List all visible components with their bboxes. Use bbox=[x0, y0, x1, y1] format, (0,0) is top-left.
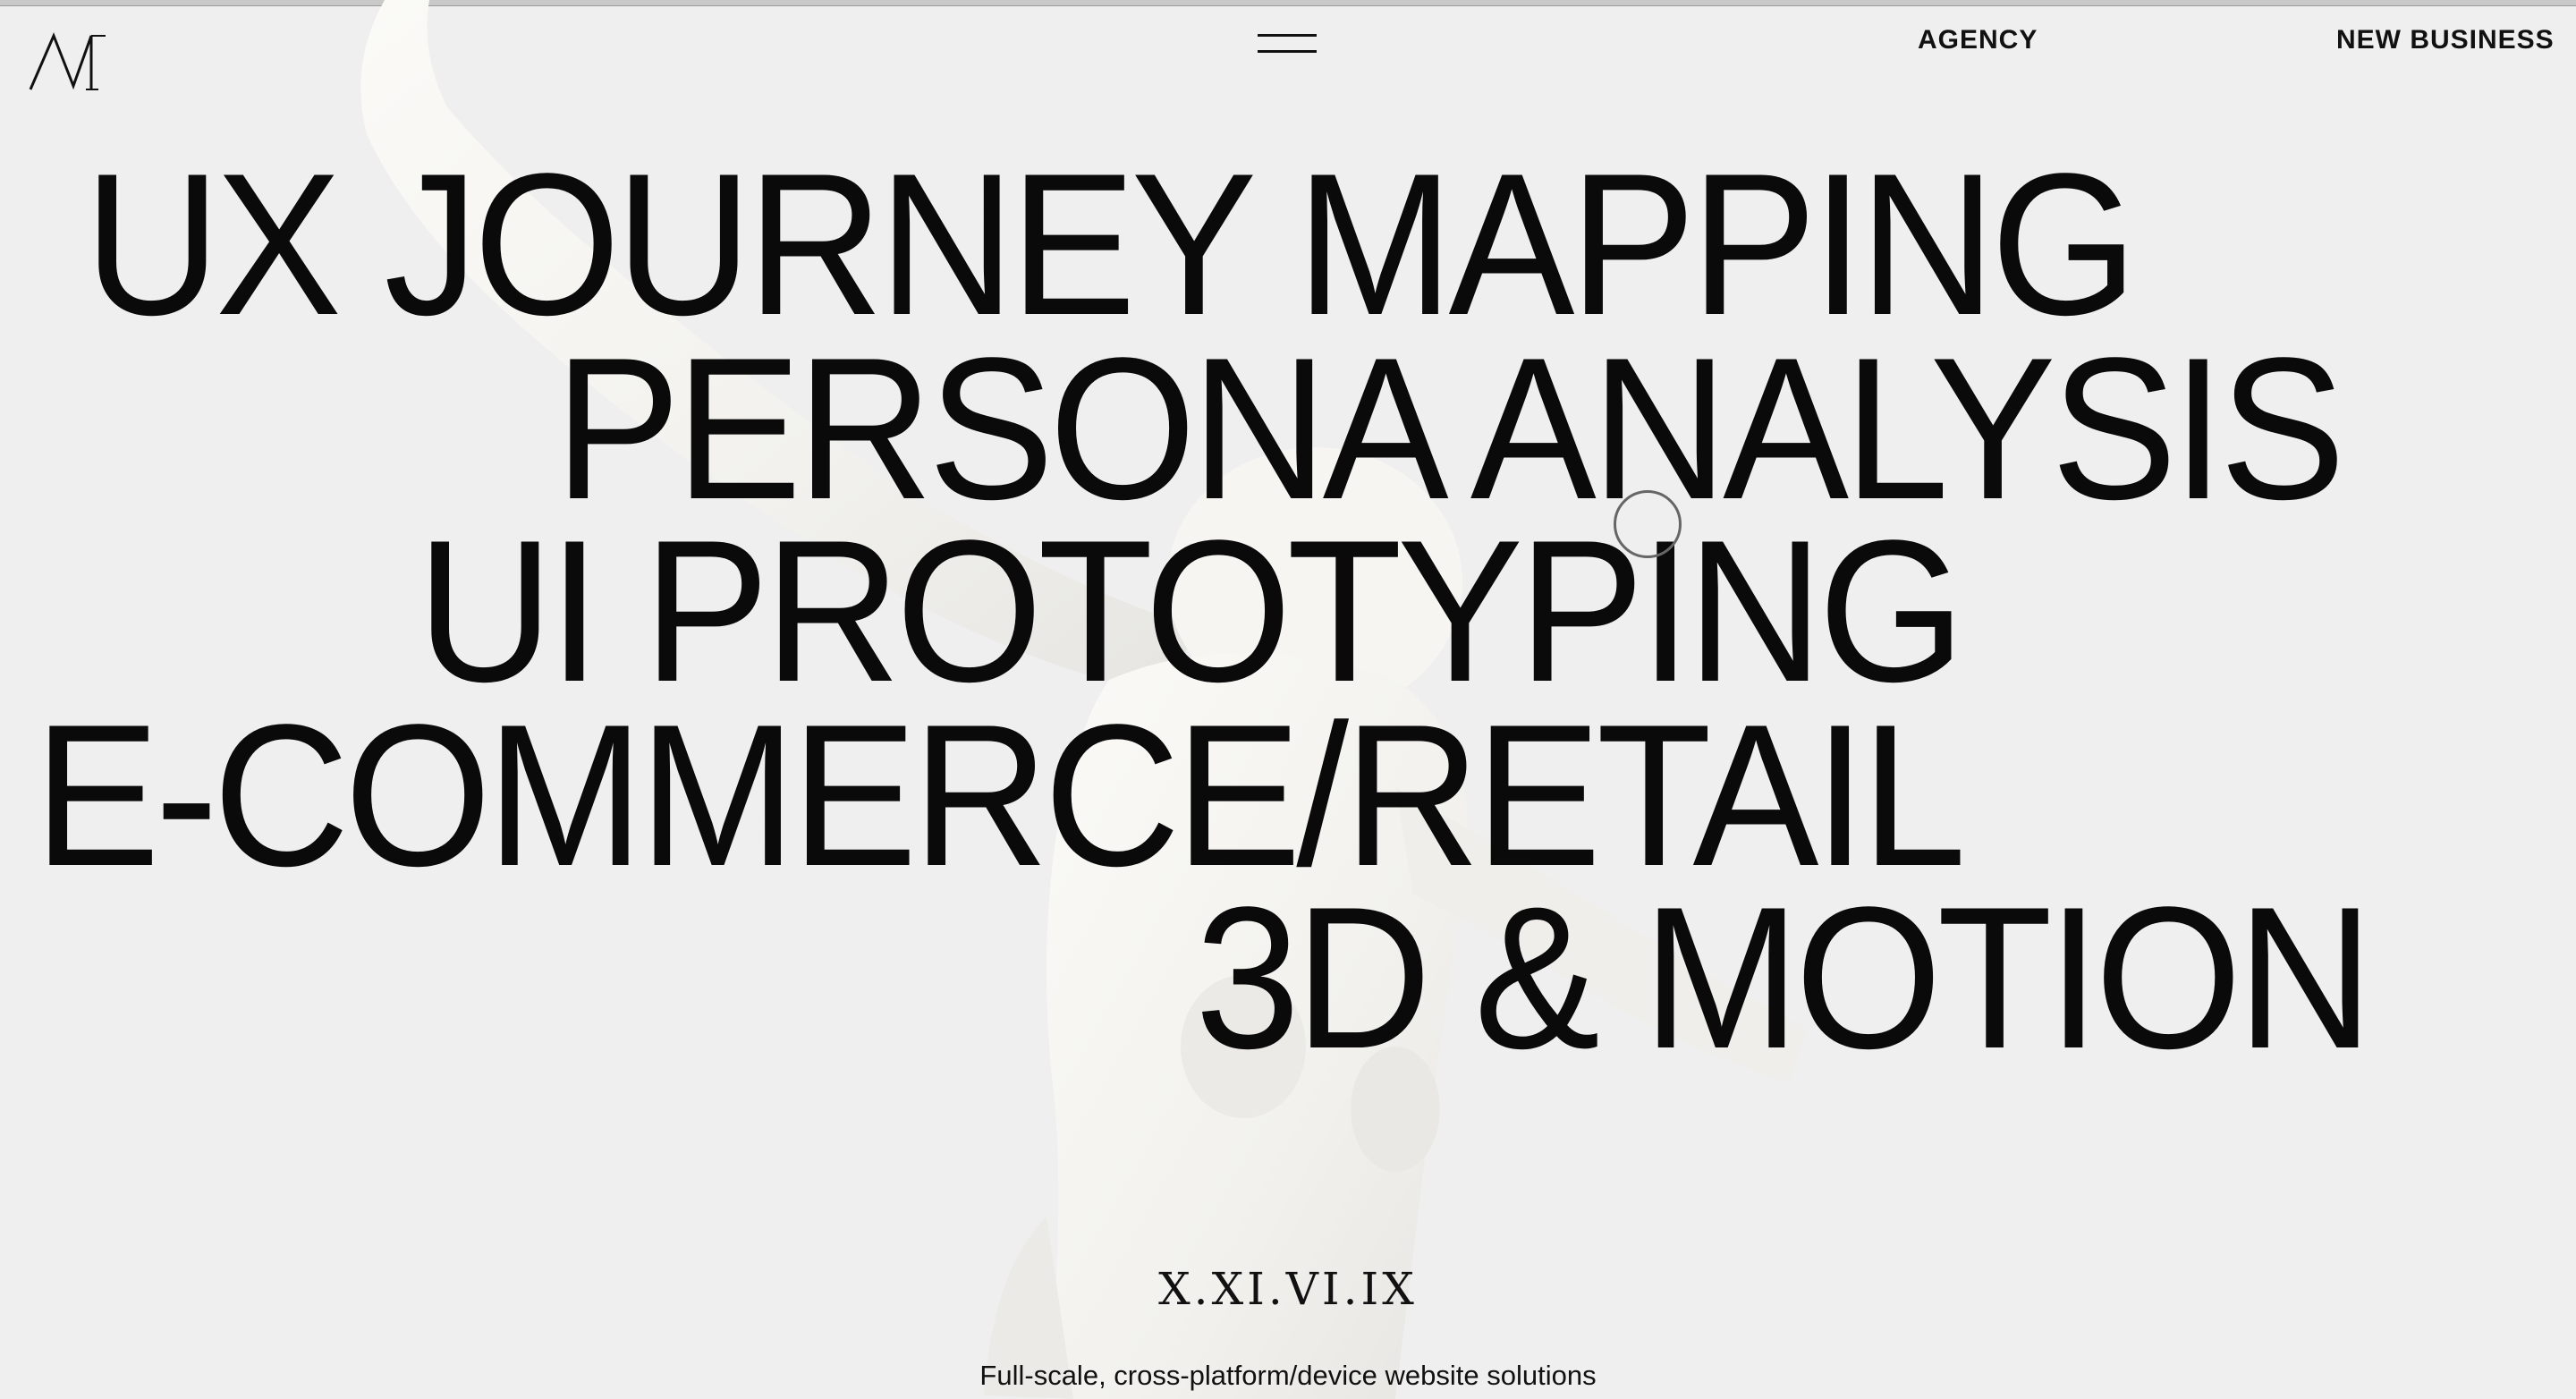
roman-date: X.XI.VI.IX bbox=[1158, 1263, 1418, 1315]
nav-link-agency[interactable]: AGENCY bbox=[1918, 25, 2038, 55]
tagline: Full-scale, cross-platform/device websit… bbox=[979, 1360, 1597, 1391]
logo-monogram-icon bbox=[29, 32, 106, 90]
service-3d-motion[interactable]: 3D & MOTION bbox=[1195, 877, 2374, 1079]
cursor-ring bbox=[1614, 490, 1682, 558]
browser-top-edge bbox=[0, 0, 2576, 6]
hamburger-icon[interactable] bbox=[1258, 32, 1317, 57]
agency-logo[interactable] bbox=[27, 30, 113, 93]
nav-link-new-business[interactable]: NEW BUSINESS bbox=[2336, 25, 2555, 55]
